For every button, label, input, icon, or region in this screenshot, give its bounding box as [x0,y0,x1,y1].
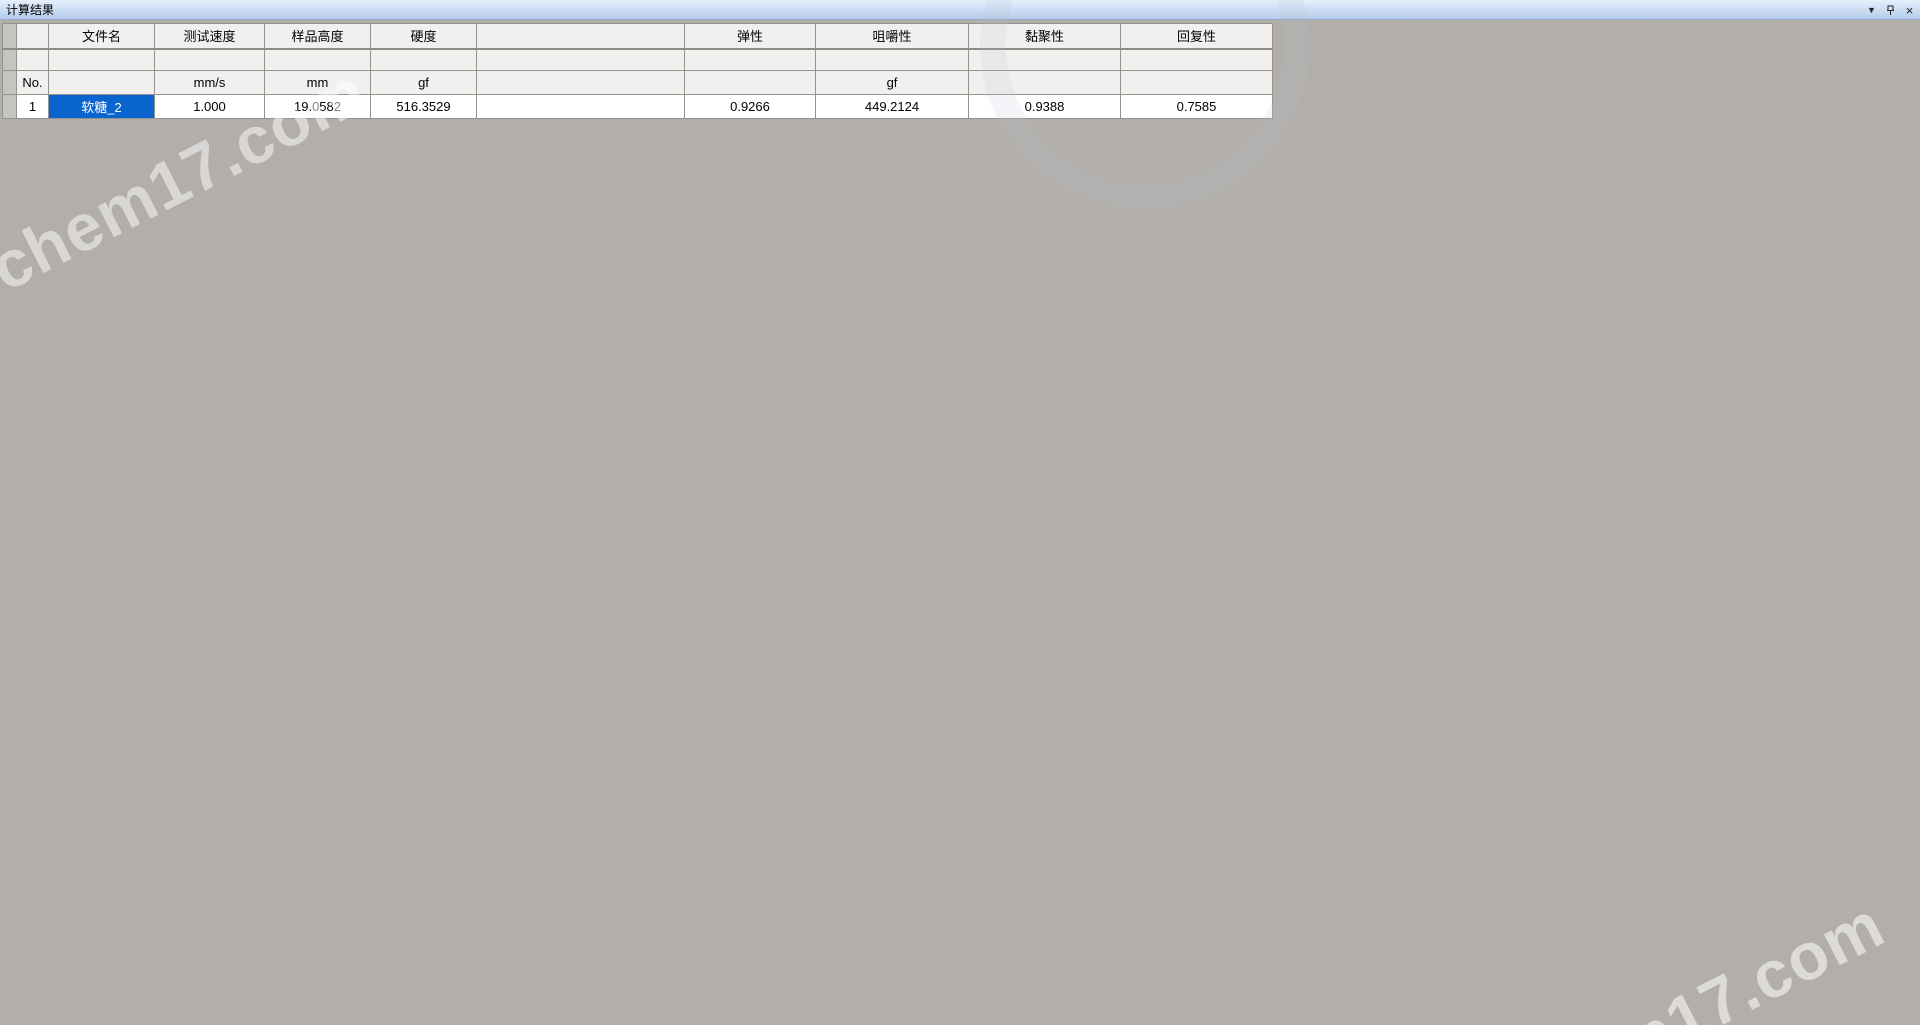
results-table: 文件名测试速度样品高度硬度弹性咀嚼性黏聚性回复性No.mm/smmgfgf1软糖… [2,23,1273,119]
results-header-cell: 样品高度 [265,24,371,49]
results-data-cell[interactable]: 1 [17,95,49,119]
results-unit-cell [685,71,816,95]
results-data-cell[interactable]: 516.3529 [371,95,477,119]
panel-title: 计算结果 [6,1,54,18]
results-data-cell[interactable]: 449.2124 [816,95,969,119]
panel-pin-button[interactable] [1883,3,1898,18]
results-header-cell: 弹性 [685,24,816,49]
results-header-cell [17,24,49,49]
results-empty-cell [49,49,155,71]
results-header-cell: 文件名 [49,24,155,49]
results-data-cell[interactable] [477,95,685,119]
row-selector-cell [3,24,17,49]
results-empty-cell [477,49,685,71]
results-header-cell: 硬度 [371,24,477,49]
results-empty-cell [17,49,49,71]
results-header-cell: 咀嚼性 [816,24,969,49]
results-unit-cell [49,71,155,95]
results-unit-cell: No. [17,71,49,95]
results-empty-cell [969,49,1121,71]
results-data-cell[interactable]: 19.0582 [265,95,371,119]
results-selected-cell[interactable]: 软糖_2 [49,95,155,119]
results-data-cell[interactable]: 0.7585 [1121,95,1273,119]
results-header-cell: 回复性 [1121,24,1273,49]
row-selector-cell[interactable] [3,95,17,119]
results-data-cell[interactable]: 0.9388 [969,95,1121,119]
results-empty-cell [816,49,969,71]
results-empty-cell [1121,49,1273,71]
app-window: Innovation - Untitled × 文件编辑查看测试资料硬体工具说明… [0,0,1920,1025]
panel-close-button[interactable]: × [1902,3,1917,18]
row-selector-cell [3,49,17,71]
results-unit-cell [969,71,1121,95]
results-unit-cell: gf [371,71,477,95]
results-panel: 计算结果 ▼ × 文件名测试速度样品高度硬度弹性咀嚼性黏聚性回复性No.mm/s… [0,0,1459,160]
results-header: 计算结果 ▼ × [0,0,1920,20]
results-empty-cell [371,49,477,71]
results-unit-cell: mm/s [155,71,265,95]
results-header-cell [477,24,685,49]
results-empty-cell [265,49,371,71]
results-unit-cell [477,71,685,95]
panel-menu-button[interactable]: ▼ [1864,3,1879,18]
results-empty-cell [155,49,265,71]
results-header-cell: 黏聚性 [969,24,1121,49]
results-data-cell[interactable]: 0.9266 [685,95,816,119]
row-selector-cell [3,71,17,95]
results-header-cell: 测试速度 [155,24,265,49]
results-data-cell[interactable]: 1.000 [155,95,265,119]
results-unit-cell [1121,71,1273,95]
results-unit-cell: mm [265,71,371,95]
results-empty-cell [685,49,816,71]
results-unit-cell: gf [816,71,969,95]
